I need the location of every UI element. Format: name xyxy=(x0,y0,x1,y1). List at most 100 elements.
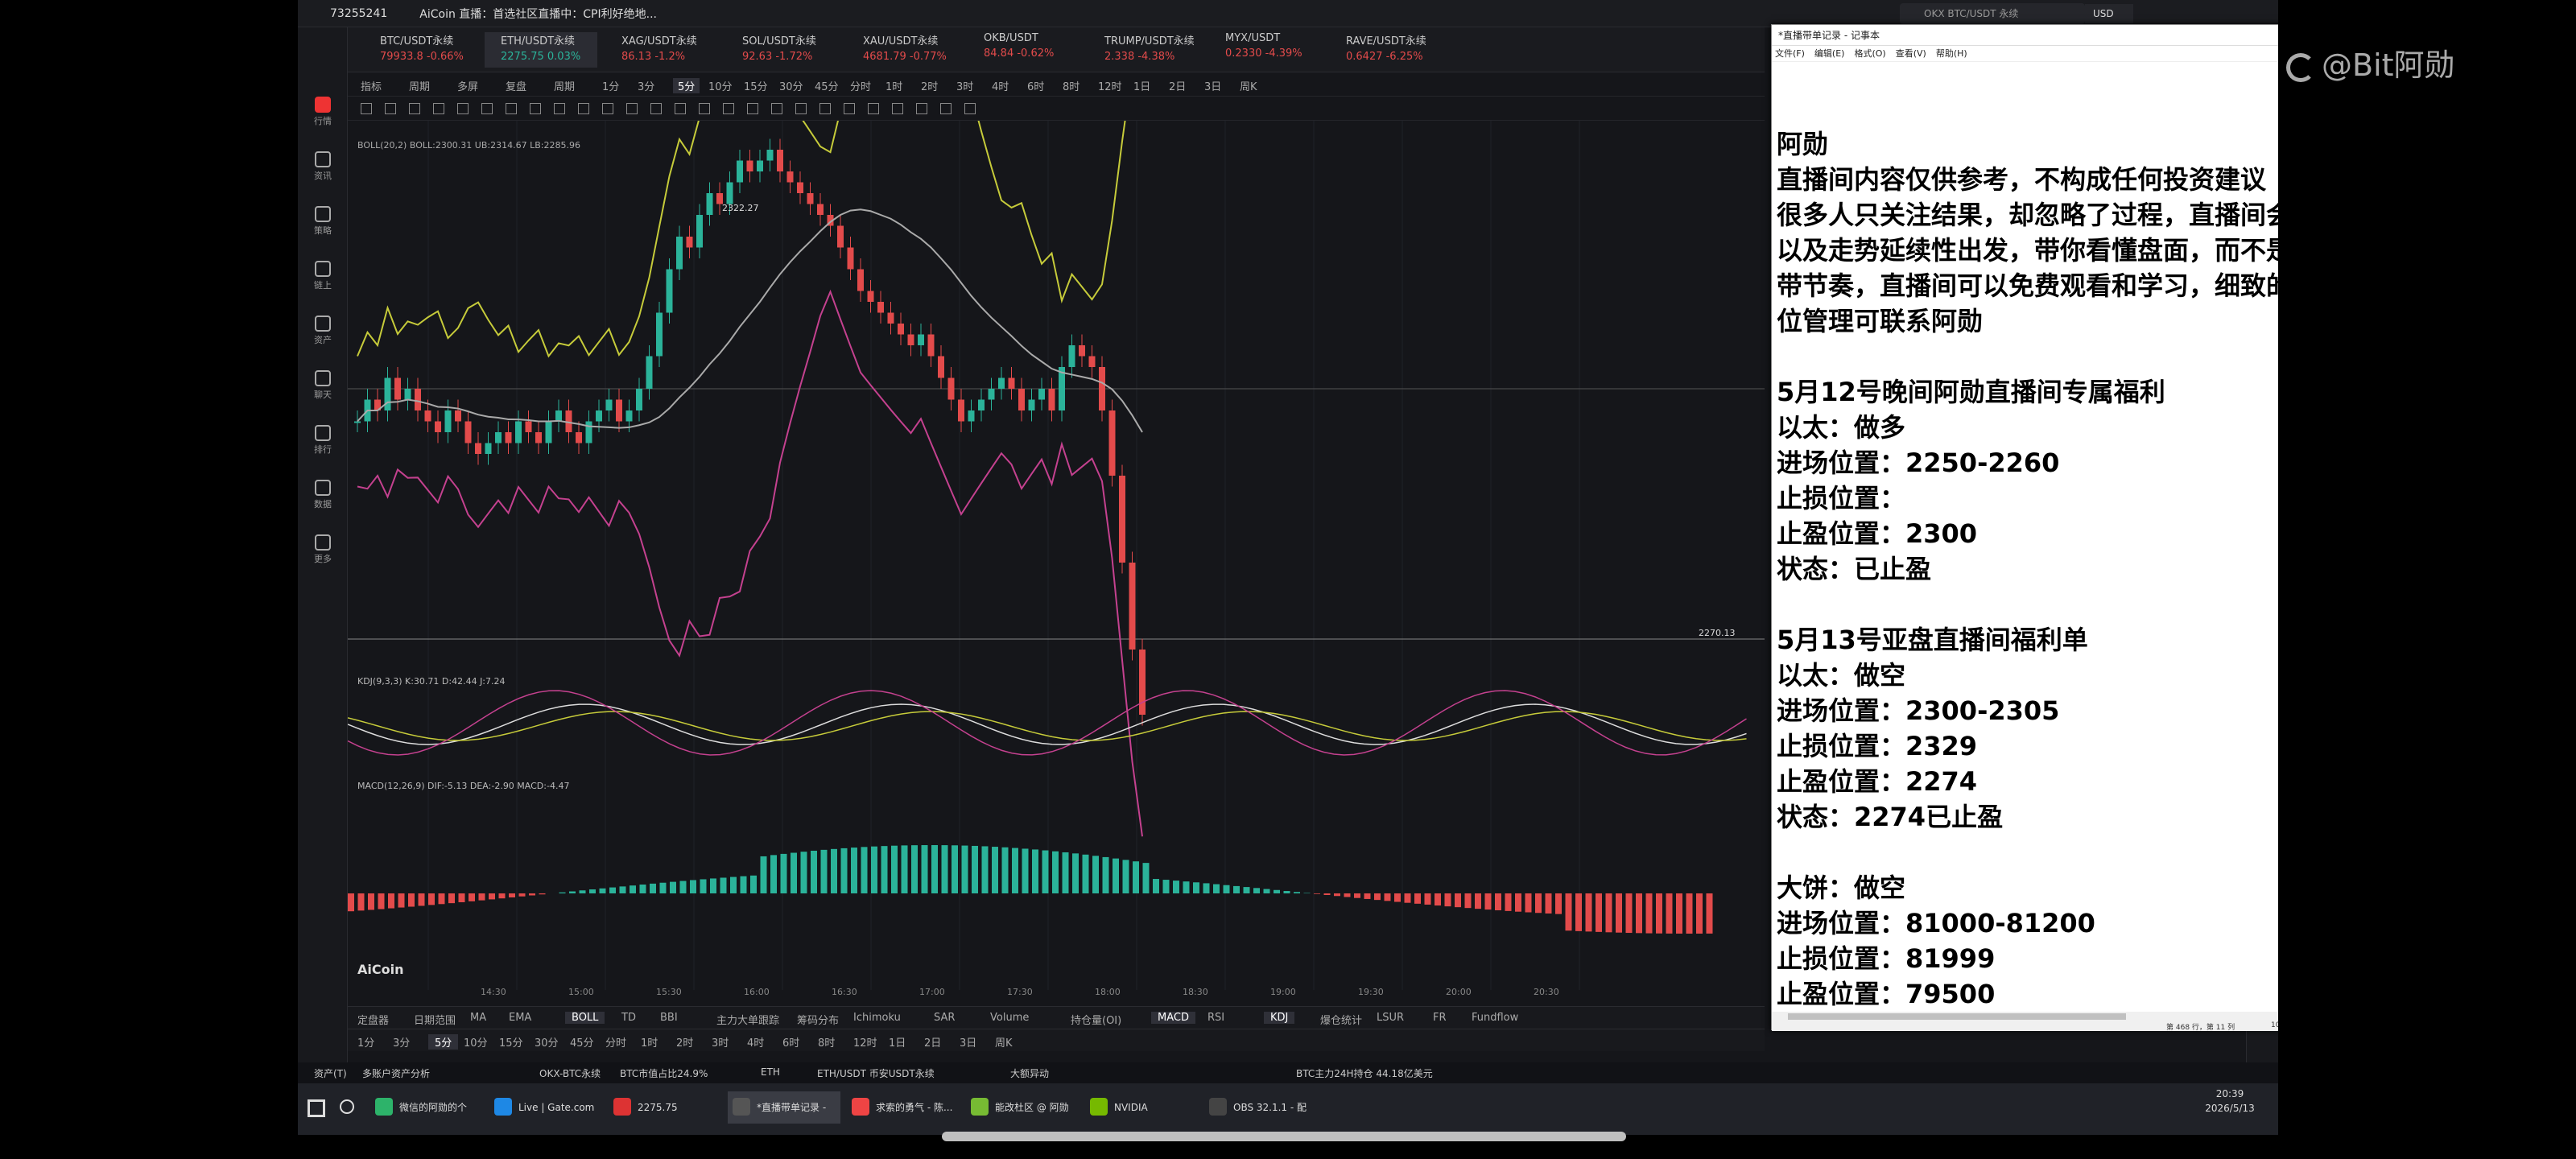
sidebar-item-4[interactable]: 资产 xyxy=(298,311,348,356)
indicator-8[interactable]: 筹码分布 xyxy=(797,1012,839,1027)
draw-tool-icon[interactable] xyxy=(844,103,855,114)
kline-chart[interactable]: 2322.27 2270.13 14:30 15:00 15:30 16:00 16:30 1… xyxy=(348,121,1765,998)
indicator-19[interactable]: Fundflow xyxy=(1472,1012,1518,1024)
sidebar-item-8[interactable]: 更多 xyxy=(298,530,348,575)
draw-tool-icon[interactable] xyxy=(675,103,686,114)
notepad-text[interactable]: 阿勋 直播间内容仅供参考，不构成任何投资建议 很多人只关注结果，却忽略了过程，直播间… xyxy=(1772,62,2278,1012)
indicator-5[interactable]: TD xyxy=(621,1012,636,1024)
bottom-period-8[interactable]: 1时 xyxy=(641,1034,658,1050)
period-5[interactable]: 1分 xyxy=(602,78,619,93)
draw-tool-icon[interactable] xyxy=(819,103,831,114)
draw-tool-icon[interactable] xyxy=(747,103,758,114)
menu-item-3[interactable]: 查看(V) xyxy=(1896,48,1926,59)
taskbar-app-6[interactable]: NVIDIA xyxy=(1085,1091,1198,1124)
draw-tool-icon[interactable] xyxy=(795,103,807,114)
taskbar-app-3[interactable]: *直播带单记录 - 记... xyxy=(728,1091,840,1135)
bottom-period-17[interactable]: 3日 xyxy=(960,1034,976,1050)
tab-3[interactable]: SOL/USDT永续 92.63 -1.72% xyxy=(726,32,839,68)
sidebar-item-3[interactable]: 链上 xyxy=(298,256,348,301)
period-13[interactable]: 1时 xyxy=(886,78,902,93)
bottom-period-7[interactable]: 分时 xyxy=(605,1034,626,1050)
info-item-3[interactable]: BTC市值占比24.9% xyxy=(620,1066,708,1080)
clock[interactable]: 20:39 2026/5/13 xyxy=(2198,1087,2262,1116)
taskbar-app-0[interactable]: 微信的阿勋的个人... xyxy=(370,1091,483,1135)
bottom-period-13[interactable]: 8时 xyxy=(818,1034,835,1050)
taskbar-app-1[interactable]: Live | Gate.com ... xyxy=(489,1091,602,1135)
draw-tool-icon[interactable] xyxy=(916,103,927,114)
indicator-3[interactable]: EMA xyxy=(509,1012,531,1024)
tab-0[interactable]: BTC/USDT永续 79933.8 -0.66% xyxy=(364,32,477,68)
bottom-period-5[interactable]: 30分 xyxy=(535,1034,559,1050)
sidebar-item-5[interactable]: 聊天 xyxy=(298,365,348,410)
draw-tool-icon[interactable] xyxy=(361,103,372,114)
draw-tool-icon[interactable] xyxy=(433,103,444,114)
draw-tool-icon[interactable] xyxy=(892,103,903,114)
draw-tool-icon[interactable] xyxy=(530,103,541,114)
draw-tool-icon[interactable] xyxy=(409,103,420,114)
tab-7[interactable]: MYX/USDT 0.2330 -4.39% xyxy=(1209,32,1322,68)
draw-tool-icon[interactable] xyxy=(481,103,493,114)
tab-5[interactable]: OKB/USDT 84.84 -0.62% xyxy=(968,32,1080,68)
indicator-4[interactable]: BOLL xyxy=(565,1012,605,1024)
indicator-1[interactable]: 日期范围 xyxy=(414,1012,456,1027)
taskbar-app-7[interactable]: OBS 32.1.1 - 配置... xyxy=(1204,1091,1317,1135)
windows-start-icon[interactable] xyxy=(308,1099,325,1117)
sidebar-item-0[interactable]: 行情 xyxy=(298,92,348,137)
hscroll-thumb[interactable] xyxy=(1788,1013,2126,1020)
indicator-11[interactable]: Volume xyxy=(990,1012,1029,1024)
info-item-7[interactable]: BTC主力24H持仓 44.18亿美元 xyxy=(1296,1066,1433,1080)
sidebar-item-1[interactable]: 资讯 xyxy=(298,146,348,192)
menu-item-0[interactable]: 文件(F) xyxy=(1775,48,1805,59)
bottom-period-0[interactable]: 1分 xyxy=(357,1034,374,1050)
indicator-0[interactable]: 定盘器 xyxy=(357,1012,389,1027)
period-23[interactable]: 周K xyxy=(1240,78,1257,93)
period-8[interactable]: 10分 xyxy=(708,78,733,93)
bottom-period-3[interactable]: 10分 xyxy=(464,1034,488,1050)
sidebar-item-7[interactable]: 数据 xyxy=(298,475,348,520)
draw-tool-icon[interactable] xyxy=(506,103,517,114)
draw-tool-icon[interactable] xyxy=(554,103,565,114)
chart-svg[interactable]: 2322.27 2270.13 14:30 15:00 15:30 16:00 16:30 1… xyxy=(348,121,1765,998)
draw-tool-icon[interactable] xyxy=(385,103,396,114)
draw-tool-icon[interactable] xyxy=(578,103,589,114)
period-4[interactable]: 周期 xyxy=(554,78,575,93)
period-20[interactable]: 1日 xyxy=(1133,78,1150,93)
taskbar-app-2[interactable]: 2275.75 ETH/USD... xyxy=(609,1091,721,1135)
draw-tool-icon[interactable] xyxy=(699,103,710,114)
menu-item-2[interactable]: 格式(O) xyxy=(1854,48,1885,59)
indicator-9[interactable]: Ichimoku xyxy=(853,1012,901,1024)
period-1[interactable]: 周期 xyxy=(409,78,430,93)
info-item-1[interactable]: 多账户资产分析 xyxy=(362,1066,430,1080)
indicator-16[interactable]: 爆仓统计 xyxy=(1320,1012,1362,1027)
indicator-15[interactable]: KDJ xyxy=(1264,1012,1295,1024)
indicator-2[interactable]: MA xyxy=(470,1012,486,1024)
period-14[interactable]: 2时 xyxy=(921,78,938,93)
draw-tool-icon[interactable] xyxy=(602,103,613,114)
bottom-period-15[interactable]: 1日 xyxy=(889,1034,906,1050)
bottom-period-18[interactable]: 周K xyxy=(995,1034,1013,1050)
period-9[interactable]: 15分 xyxy=(744,78,768,93)
indicator-13[interactable]: MACD xyxy=(1151,1012,1195,1024)
bottom-period-1[interactable]: 3分 xyxy=(393,1034,410,1050)
period-19[interactable]: 12时 xyxy=(1098,78,1122,93)
bottom-period-12[interactable]: 6时 xyxy=(782,1034,799,1050)
indicator-10[interactable]: SAR xyxy=(934,1012,955,1024)
period-21[interactable]: 2日 xyxy=(1169,78,1186,93)
info-item-0[interactable]: 资产(T) xyxy=(314,1066,347,1080)
menu-item-4[interactable]: 帮助(H) xyxy=(1936,48,1967,59)
live-title[interactable]: AiCoin 直播：首选社区直播中：CPI利好绝地... xyxy=(419,6,657,22)
period-2[interactable]: 多屏 xyxy=(457,78,478,93)
draw-tool-icon[interactable] xyxy=(650,103,662,114)
period-7[interactable]: 5分 xyxy=(673,78,700,93)
period-6[interactable]: 3分 xyxy=(638,78,654,93)
bottom-period-10[interactable]: 3时 xyxy=(712,1034,729,1050)
draw-tool-icon[interactable] xyxy=(940,103,952,114)
info-item-2[interactable]: OKX-BTC永续 xyxy=(539,1066,601,1080)
indicator-12[interactable]: 持仓量(OI) xyxy=(1071,1012,1121,1027)
period-0[interactable]: 指标 xyxy=(361,78,382,93)
period-16[interactable]: 4时 xyxy=(992,78,1009,93)
notepad-window[interactable]: *直播带单记录 - 记事本 — ☐ ✕ 文件(F) 编辑(E) 格式(O) 查看(V)… xyxy=(1771,24,2278,1032)
bottom-period-16[interactable]: 2日 xyxy=(924,1034,941,1050)
draw-tool-icon[interactable] xyxy=(771,103,782,114)
bottom-period-2[interactable]: 5分 xyxy=(428,1034,459,1050)
